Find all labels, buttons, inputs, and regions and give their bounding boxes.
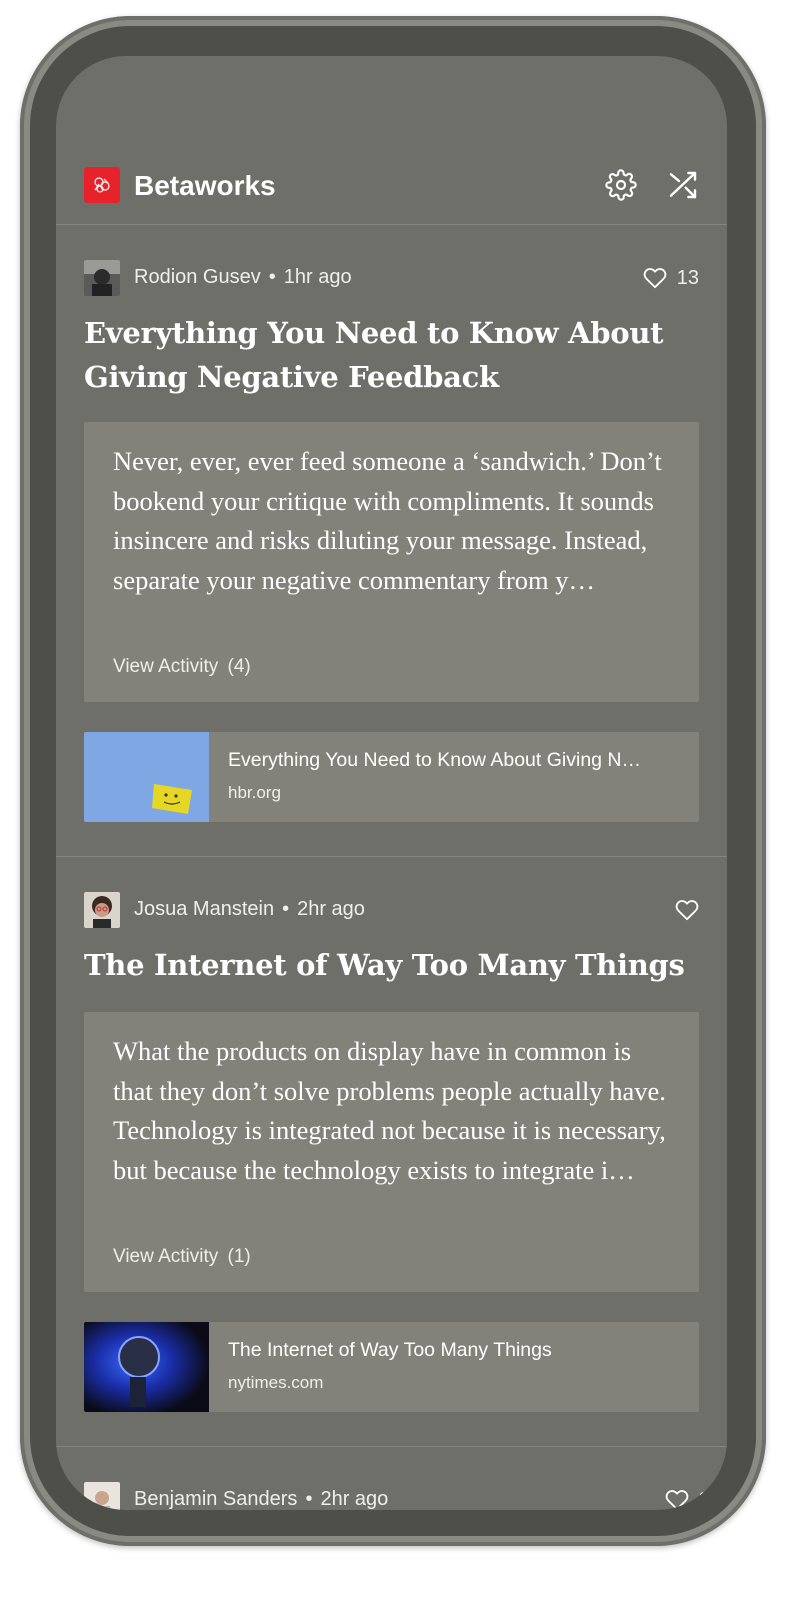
avatar[interactable]: [84, 1482, 120, 1510]
avatar[interactable]: [84, 260, 120, 296]
quote-card[interactable]: Never, ever, ever feed someone a ‘sandwi…: [84, 422, 699, 702]
view-activity-link[interactable]: View Activity (1): [113, 1246, 251, 1268]
author-line: Rodion Gusev • 1hr ago: [134, 266, 352, 289]
post-meta: Benjamin Sanders • 2hr ago 35: [84, 1482, 721, 1510]
app-header: Betaworks: [56, 166, 727, 225]
link-thumbnail: [84, 732, 209, 822]
author-line: Josua Manstein • 2hr ago: [134, 898, 365, 921]
app-title: Betaworks: [134, 170, 276, 201]
quote-text: Never, ever, ever feed someone a ‘sandwi…: [113, 446, 662, 595]
link-domain: hbr.org: [228, 783, 281, 802]
shuffle-button[interactable]: [664, 166, 702, 204]
betaworks-logo-icon[interactable]: [84, 167, 120, 203]
link-title: Everything You Need to Know About Giving…: [228, 749, 642, 771]
gear-icon: [605, 169, 637, 201]
activity-count: (4): [227, 656, 251, 677]
view-activity-link[interactable]: View Activity (4): [113, 656, 251, 678]
post-divider: [56, 856, 727, 857]
author-line: Benjamin Sanders • 2hr ago: [134, 1488, 388, 1510]
post-meta: Josua Manstein • 2hr ago: [84, 892, 699, 928]
link-domain: nytimes.com: [228, 1373, 324, 1392]
app-screen: Betaworks Rodion Gusev • 1hr ago 13 Ever…: [56, 56, 727, 1510]
separator-dot: •: [268, 266, 276, 288]
like-count: 35: [698, 1488, 721, 1511]
author-name[interactable]: Rodion Gusev: [134, 266, 261, 288]
link-preview-card[interactable]: Everything You Need to Know About Giving…: [84, 732, 699, 822]
avatar[interactable]: [84, 892, 120, 928]
link-title: The Internet of Way Too Many Things: [228, 1339, 552, 1361]
author-name[interactable]: Benjamin Sanders: [134, 1488, 297, 1510]
quote-card[interactable]: What the products on display have in com…: [84, 1012, 699, 1292]
heart-icon: [643, 268, 667, 289]
activity-count: (1): [227, 1246, 251, 1267]
quote-text: What the products on display have in com…: [113, 1036, 666, 1185]
view-activity-label: View Activity: [113, 1246, 219, 1267]
link-thumbnail: [84, 1322, 209, 1412]
heart-icon: [675, 900, 699, 921]
post-divider: [56, 1446, 727, 1447]
post-title[interactable]: Everything You Need to Know About Giving…: [84, 311, 699, 399]
post-time: 2hr ago: [320, 1488, 389, 1510]
separator-dot: •: [282, 898, 290, 920]
like-count: 13: [676, 266, 699, 289]
like-button[interactable]: 35: [665, 1486, 721, 1510]
like-button[interactable]: [675, 896, 699, 924]
post-time: 1hr ago: [283, 266, 352, 288]
author-name[interactable]: Josua Manstein: [134, 898, 274, 920]
settings-button[interactable]: [602, 166, 640, 204]
link-preview-card[interactable]: The Internet of Way Too Many Things nyti…: [84, 1322, 699, 1412]
like-button[interactable]: 13: [643, 264, 699, 292]
view-activity-label: View Activity: [113, 656, 219, 677]
post-title[interactable]: The Internet of Way Too Many Things: [84, 943, 699, 987]
shuffle-icon: [669, 171, 697, 199]
separator-dot: •: [305, 1488, 313, 1510]
heart-icon: [665, 1490, 689, 1510]
post-meta: Rodion Gusev • 1hr ago 13: [84, 260, 699, 296]
post-time: 2hr ago: [297, 898, 365, 920]
